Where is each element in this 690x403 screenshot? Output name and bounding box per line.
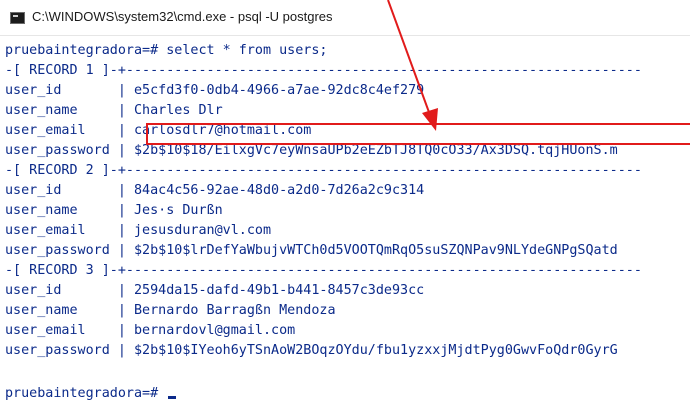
annotation-arrow-icon (387, 0, 438, 131)
